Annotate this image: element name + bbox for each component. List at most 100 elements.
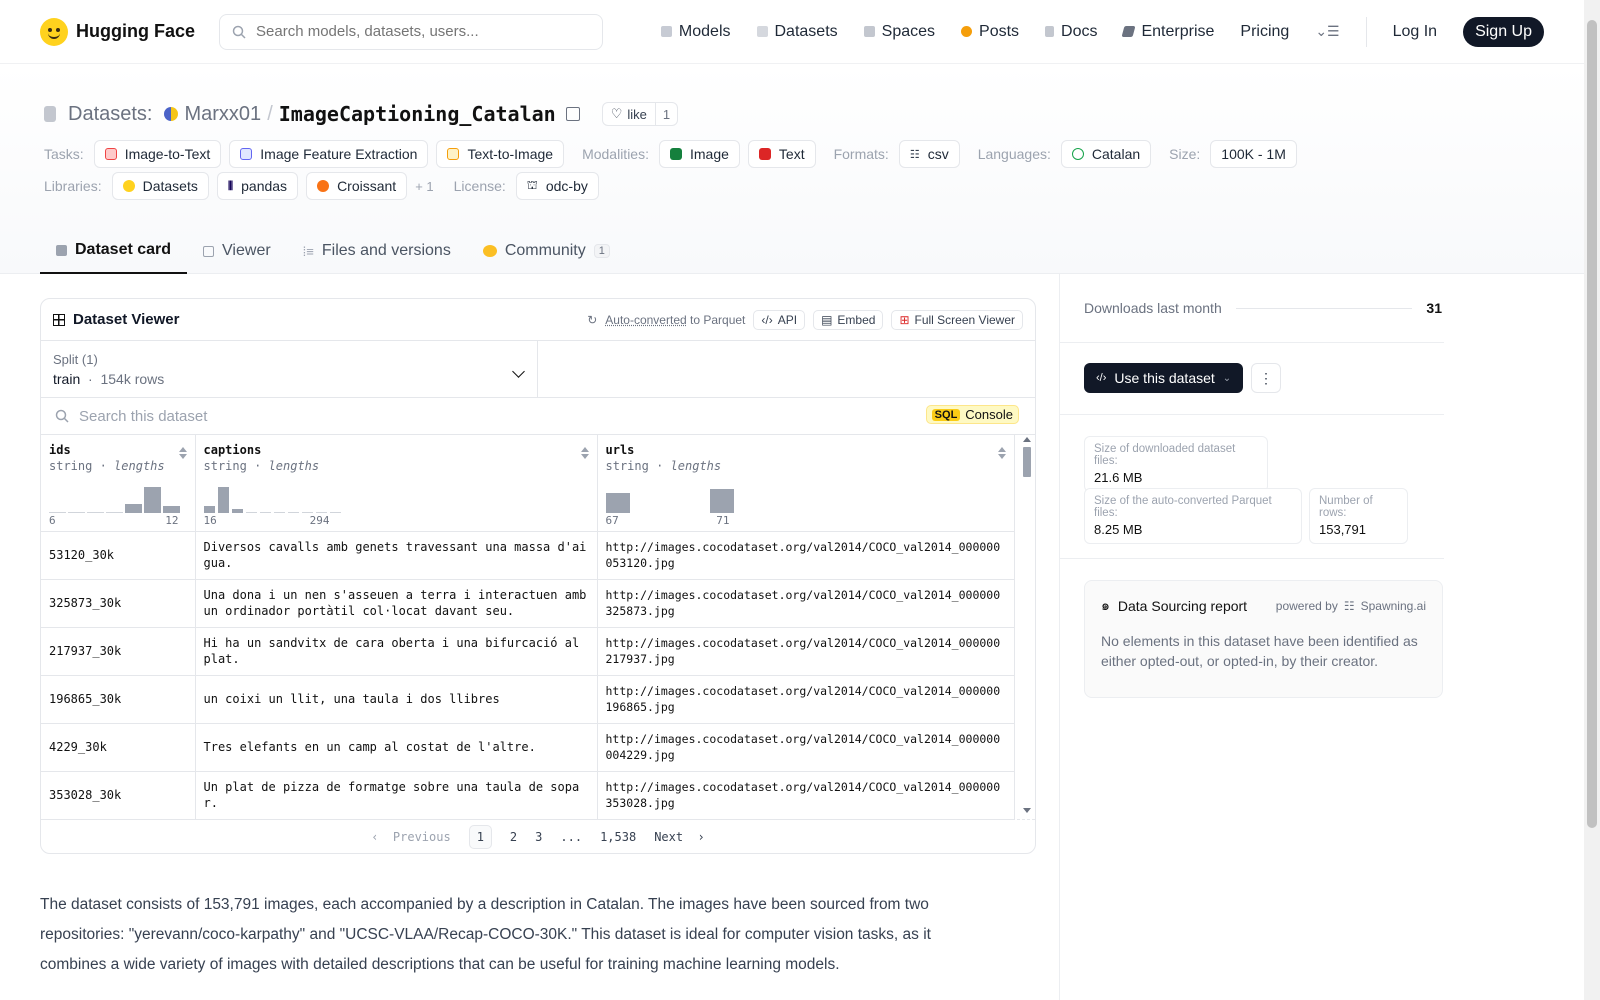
- formats-label: Formats:: [833, 146, 889, 162]
- sidebar-separator: [1060, 342, 1444, 343]
- cell-caption[interactable]: Diversos cavalls amb genets travessant u…: [195, 531, 598, 580]
- tag-image-to-text[interactable]: Image-to-Text: [93, 140, 222, 168]
- tab-viewer[interactable]: Viewer: [187, 228, 287, 274]
- full-screen-icon: ⊞: [899, 312, 910, 327]
- dataset-name[interactable]: ImageCaptioning_Catalan: [279, 102, 556, 126]
- cell-id[interactable]: 325873_30k: [41, 579, 196, 628]
- full-screen-button[interactable]: ⊞ Full Screen Viewer: [891, 309, 1023, 330]
- column-header-captions[interactable]: captions string · lengths 16 294: [195, 435, 598, 532]
- tag-license[interactable]: ⛫ odc-by: [515, 172, 599, 200]
- page-3[interactable]: 3: [535, 830, 542, 844]
- cell-caption[interactable]: Un plat de pizza de formatge sobre una t…: [195, 771, 598, 820]
- embed-button[interactable]: ▤ Embed: [813, 309, 884, 330]
- cell-id[interactable]: 4229_30k: [41, 723, 196, 772]
- cell-id[interactable]: 217937_30k: [41, 627, 196, 676]
- global-search[interactable]: [219, 13, 604, 50]
- cell-id[interactable]: 53120_30k: [41, 531, 196, 580]
- cell-url[interactable]: http://images.cocodataset.org/val2014/CO…: [597, 771, 1015, 820]
- use-this-dataset-button[interactable]: ‹/› Use this dataset ⌄: [1084, 363, 1244, 393]
- sort-icon[interactable]: [580, 447, 589, 459]
- tag-pandas[interactable]: ⦀ pandas: [216, 172, 299, 200]
- nav-docs[interactable]: Docs: [1045, 23, 1097, 41]
- section-label[interactable]: Datasets:: [68, 103, 152, 126]
- split-select[interactable]: Split (1) train · 154k rows: [41, 341, 538, 397]
- cell-caption[interactable]: Hi ha un sandvitx de cara oberta i una b…: [195, 627, 598, 676]
- tab-dataset-card[interactable]: Dataset card: [40, 228, 188, 274]
- table-row[interactable]: 217937_30k Hi ha un sandvitx de cara ober…: [41, 627, 1015, 676]
- owner-link[interactable]: Marxx01: [184, 103, 261, 126]
- downloads-label: Downloads last month: [1084, 300, 1222, 316]
- scroll-down-icon[interactable]: [1023, 808, 1031, 813]
- cell-id[interactable]: 196865_30k: [41, 675, 196, 724]
- nav-spaces[interactable]: Spaces: [863, 23, 935, 41]
- split-row: Split (1) train · 154k rows: [41, 341, 1035, 398]
- table-scrollbar[interactable]: [1021, 435, 1033, 815]
- parquet-size-box: Size of the auto-converted Parquet files…: [1084, 488, 1302, 544]
- global-search-input[interactable]: [256, 23, 587, 40]
- page-last[interactable]: 1,538: [600, 830, 636, 844]
- tag-croissant[interactable]: Croissant: [306, 172, 408, 200]
- cell-url[interactable]: http://images.cocodataset.org/val2014/CO…: [597, 579, 1015, 628]
- cell-url[interactable]: http://images.cocodataset.org/val2014/CO…: [597, 675, 1015, 724]
- sort-icon[interactable]: [178, 447, 187, 459]
- brand-logo[interactable]: Hugging Face: [40, 17, 195, 46]
- auto-converted-link[interactable]: Auto-converted: [605, 313, 686, 327]
- table-row[interactable]: 196865_30k un coixi un llit, una taula i …: [41, 675, 1015, 724]
- spawning-link[interactable]: Spawning.ai: [1361, 599, 1426, 613]
- nav-pricing[interactable]: Pricing: [1240, 23, 1289, 41]
- tag-csv[interactable]: ☷ csv: [898, 140, 960, 168]
- api-button[interactable]: ‹/› API: [753, 309, 806, 330]
- table-row[interactable]: 4229_30k Tres elefants en un camp al cost…: [41, 723, 1015, 772]
- histogram: [203, 485, 341, 513]
- libraries-more[interactable]: + 1: [415, 179, 433, 194]
- cell-caption[interactable]: un coixi un llit, una taula i dos llibre…: [195, 675, 598, 724]
- tab-files-and-versions[interactable]: ⁞≡ Files and versions: [287, 228, 467, 274]
- login-link[interactable]: Log In: [1393, 23, 1437, 41]
- scrollbar-thumb[interactable]: [1023, 447, 1031, 477]
- nav-models[interactable]: Models: [660, 23, 731, 41]
- tag-image[interactable]: Image: [658, 140, 740, 168]
- like-button[interactable]: ♡ like 1: [601, 102, 679, 126]
- search-icon: [232, 25, 246, 39]
- column-header-urls[interactable]: urls string · lengths 67 71: [597, 435, 1015, 532]
- nav-enterprise[interactable]: Enterprise: [1122, 23, 1214, 41]
- datasets-icon: [756, 26, 768, 37]
- tag-text-to-image[interactable]: Text-to-Image: [436, 140, 565, 168]
- page-scrollbar[interactable]: [1584, 0, 1600, 1000]
- tag-datasets-lib[interactable]: Datasets: [111, 172, 209, 200]
- more-menu-icon[interactable]: ⌄☰: [1315, 23, 1339, 40]
- table-row[interactable]: 53120_30k Diversos cavalls amb genets tra…: [41, 531, 1015, 580]
- cell-url[interactable]: http://images.cocodataset.org/val2014/CO…: [597, 627, 1015, 676]
- dataset-title-row: Datasets: Marxx01 / ImageCaptioning_Cata…: [44, 102, 679, 126]
- table-row[interactable]: 353028_30k Un plat de pizza de formatge s…: [41, 771, 1015, 820]
- tab-community[interactable]: Community 1: [467, 228, 626, 274]
- tags-row-1: Tasks: Image-to-Text Image Feature Extra…: [44, 140, 1297, 168]
- more-options-button[interactable]: ⋮: [1251, 363, 1281, 393]
- cell-url[interactable]: http://images.cocodataset.org/val2014/CO…: [597, 531, 1015, 580]
- data-table: ids string · lengths 6 12 captions string…: [41, 435, 1015, 820]
- nav-posts[interactable]: Posts: [961, 23, 1019, 41]
- copy-icon[interactable]: [565, 107, 580, 121]
- page-2[interactable]: 2: [510, 830, 517, 844]
- tag-catalan[interactable]: Catalan: [1060, 140, 1152, 168]
- tag-size[interactable]: 100K - 1M: [1210, 140, 1297, 168]
- sort-icon[interactable]: [997, 447, 1006, 459]
- previous-page-button[interactable]: ‹ Previous: [371, 830, 450, 844]
- signup-button[interactable]: Sign Up: [1463, 16, 1544, 47]
- scroll-up-icon[interactable]: [1023, 437, 1031, 442]
- page-1[interactable]: 1: [468, 824, 492, 849]
- dataset-search[interactable]: Search this dataset SQL Console: [41, 398, 1035, 435]
- cell-caption[interactable]: Tres elefants en un camp al costat de l'…: [195, 723, 598, 772]
- tag-text[interactable]: Text: [747, 140, 816, 168]
- cell-caption[interactable]: Una dona i un nen s'asseuen a terra i in…: [195, 579, 598, 628]
- table-row[interactable]: 325873_30k Una dona i un nen s'asseuen a …: [41, 579, 1015, 628]
- cell-url[interactable]: http://images.cocodataset.org/val2014/CO…: [597, 723, 1015, 772]
- nav-datasets[interactable]: Datasets: [756, 23, 838, 41]
- sidebar-separator: [1060, 558, 1444, 559]
- sql-console-button[interactable]: SQL Console: [925, 405, 1019, 424]
- page-scrollbar-thumb[interactable]: [1587, 20, 1597, 828]
- column-header-ids[interactable]: ids string · lengths 6 12: [41, 435, 196, 532]
- next-page-button[interactable]: Next ›: [654, 830, 705, 844]
- tag-image-feature-extraction[interactable]: Image Feature Extraction: [229, 140, 429, 168]
- cell-id[interactable]: 353028_30k: [41, 771, 196, 820]
